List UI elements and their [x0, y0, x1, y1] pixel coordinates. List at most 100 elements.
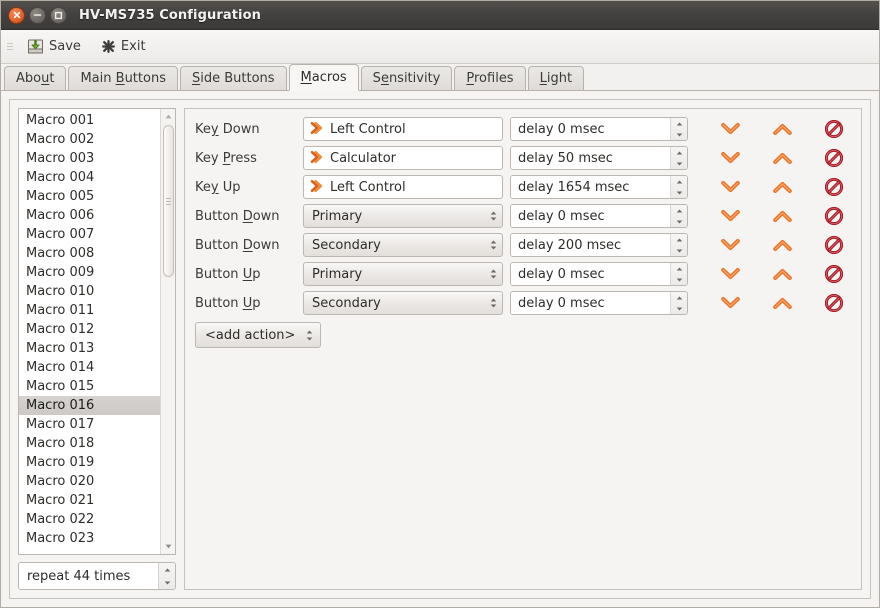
- tab-sensitivity[interactable]: Sensitivity: [360, 66, 453, 91]
- list-item[interactable]: Macro 011: [19, 301, 160, 320]
- repeat-decrement-button[interactable]: [159, 576, 175, 589]
- action-delay-value[interactable]: delay 200 msec: [511, 234, 670, 256]
- action-button-dropdown[interactable]: Primary: [303, 204, 503, 228]
- list-item[interactable]: Macro 001: [19, 111, 160, 130]
- maximize-window-button[interactable]: [50, 6, 67, 24]
- macro-list-scrollbar[interactable]: [160, 109, 175, 554]
- list-item[interactable]: Macro 010: [19, 282, 160, 301]
- delete-action-button[interactable]: [824, 119, 844, 139]
- tab-side-buttons[interactable]: Side Buttons: [179, 66, 287, 91]
- list-item[interactable]: Macro 023: [19, 529, 160, 548]
- action-key-field[interactable]: Left Control: [303, 175, 503, 199]
- delay-increment-button[interactable]: [671, 263, 687, 274]
- list-item[interactable]: Macro 014: [19, 358, 160, 377]
- toolbar-grip[interactable]: [7, 38, 13, 56]
- delay-decrement-button[interactable]: [671, 216, 687, 227]
- delay-decrement-button[interactable]: [671, 187, 687, 198]
- add-action-dropdown[interactable]: <add action>: [195, 322, 322, 348]
- action-delay-value[interactable]: delay 0 msec: [511, 118, 670, 140]
- scroll-up-arrow-icon[interactable]: [162, 110, 175, 123]
- action-delay-value[interactable]: delay 50 msec: [511, 147, 670, 169]
- move-action-up-button[interactable]: [772, 235, 792, 255]
- tab-macros[interactable]: Macros: [288, 64, 359, 91]
- minimize-window-button[interactable]: [29, 6, 46, 24]
- action-delay-value[interactable]: delay 0 msec: [511, 292, 670, 314]
- close-window-button[interactable]: [8, 6, 25, 24]
- move-action-down-button[interactable]: [720, 206, 740, 226]
- repeat-count-spinner[interactable]: repeat 44 times: [18, 562, 176, 590]
- list-item[interactable]: Macro 012: [19, 320, 160, 339]
- action-delay-value[interactable]: delay 0 msec: [511, 205, 670, 227]
- move-action-up-button[interactable]: [772, 148, 792, 168]
- list-item[interactable]: Macro 007: [19, 225, 160, 244]
- delay-increment-button[interactable]: [671, 147, 687, 158]
- action-button-dropdown[interactable]: Secondary: [303, 291, 503, 315]
- tab-main-buttons[interactable]: Main Buttons: [68, 66, 178, 91]
- delete-action-button[interactable]: [824, 206, 844, 226]
- action-delay-spinner[interactable]: delay 0 msec: [510, 262, 688, 286]
- action-button-dropdown[interactable]: Primary: [303, 262, 503, 286]
- action-delay-spinner[interactable]: delay 200 msec: [510, 233, 688, 257]
- list-item[interactable]: Macro 004: [19, 168, 160, 187]
- delay-decrement-button[interactable]: [671, 274, 687, 285]
- macro-listbox[interactable]: Macro 001 Macro 002 Macro 003 Macro 004 Macr…: [18, 108, 176, 555]
- action-key-field[interactable]: Left Control: [303, 117, 503, 141]
- list-item[interactable]: Macro 020: [19, 472, 160, 491]
- move-action-down-button[interactable]: [720, 293, 740, 313]
- delete-action-button[interactable]: [824, 148, 844, 168]
- action-button-dropdown[interactable]: Secondary: [303, 233, 503, 257]
- move-action-up-button[interactable]: [772, 264, 792, 284]
- action-delay-spinner[interactable]: delay 1654 msec: [510, 175, 688, 199]
- list-item[interactable]: Macro 021: [19, 491, 160, 510]
- tab-about[interactable]: About: [4, 66, 67, 91]
- move-action-down-button[interactable]: [720, 119, 740, 139]
- tab-light[interactable]: Light: [527, 66, 585, 91]
- delay-decrement-button[interactable]: [671, 158, 687, 169]
- list-item[interactable]: Macro 017: [19, 415, 160, 434]
- list-item[interactable]: Macro 022: [19, 510, 160, 529]
- action-delay-spinner[interactable]: delay 0 msec: [510, 117, 688, 141]
- delay-decrement-button[interactable]: [671, 303, 687, 314]
- delete-action-button[interactable]: [824, 293, 844, 313]
- move-action-down-button[interactable]: [720, 177, 740, 197]
- delete-action-button[interactable]: [824, 177, 844, 197]
- delay-increment-button[interactable]: [671, 176, 687, 187]
- tab-profiles[interactable]: Profiles: [454, 66, 526, 91]
- repeat-count-value[interactable]: repeat 44 times: [19, 563, 158, 589]
- repeat-increment-button[interactable]: [159, 563, 175, 576]
- action-delay-spinner[interactable]: delay 0 msec: [510, 291, 688, 315]
- action-delay-value[interactable]: delay 0 msec: [511, 263, 670, 285]
- move-action-up-button[interactable]: [772, 119, 792, 139]
- action-delay-value[interactable]: delay 1654 msec: [511, 176, 670, 198]
- move-action-up-button[interactable]: [772, 206, 792, 226]
- action-delay-spinner[interactable]: delay 50 msec: [510, 146, 688, 170]
- list-item[interactable]: Macro 006: [19, 206, 160, 225]
- delay-decrement-button[interactable]: [671, 129, 687, 140]
- list-item[interactable]: Macro 016: [19, 396, 160, 415]
- list-item[interactable]: Macro 018: [19, 434, 160, 453]
- list-item[interactable]: Macro 003: [19, 149, 160, 168]
- move-action-up-button[interactable]: [772, 293, 792, 313]
- list-item[interactable]: Macro 008: [19, 244, 160, 263]
- list-item[interactable]: Macro 013: [19, 339, 160, 358]
- move-action-down-button[interactable]: [720, 264, 740, 284]
- delay-decrement-button[interactable]: [671, 245, 687, 256]
- delay-increment-button[interactable]: [671, 205, 687, 216]
- scroll-down-arrow-icon[interactable]: [162, 540, 175, 553]
- delete-action-button[interactable]: [824, 235, 844, 255]
- delete-action-button[interactable]: [824, 264, 844, 284]
- move-action-up-button[interactable]: [772, 177, 792, 197]
- scrollbar-thumb[interactable]: [162, 125, 174, 277]
- delay-increment-button[interactable]: [671, 234, 687, 245]
- list-item[interactable]: Macro 019: [19, 453, 160, 472]
- move-action-down-button[interactable]: [720, 235, 740, 255]
- list-item[interactable]: Macro 015: [19, 377, 160, 396]
- list-item[interactable]: Macro 009: [19, 263, 160, 282]
- delay-increment-button[interactable]: [671, 292, 687, 303]
- delay-increment-button[interactable]: [671, 118, 687, 129]
- action-delay-spinner[interactable]: delay 0 msec: [510, 204, 688, 228]
- action-key-field[interactable]: Calculator: [303, 146, 503, 170]
- save-button[interactable]: Save: [17, 34, 91, 60]
- list-item[interactable]: Macro 005: [19, 187, 160, 206]
- exit-button[interactable]: Exit: [91, 34, 156, 60]
